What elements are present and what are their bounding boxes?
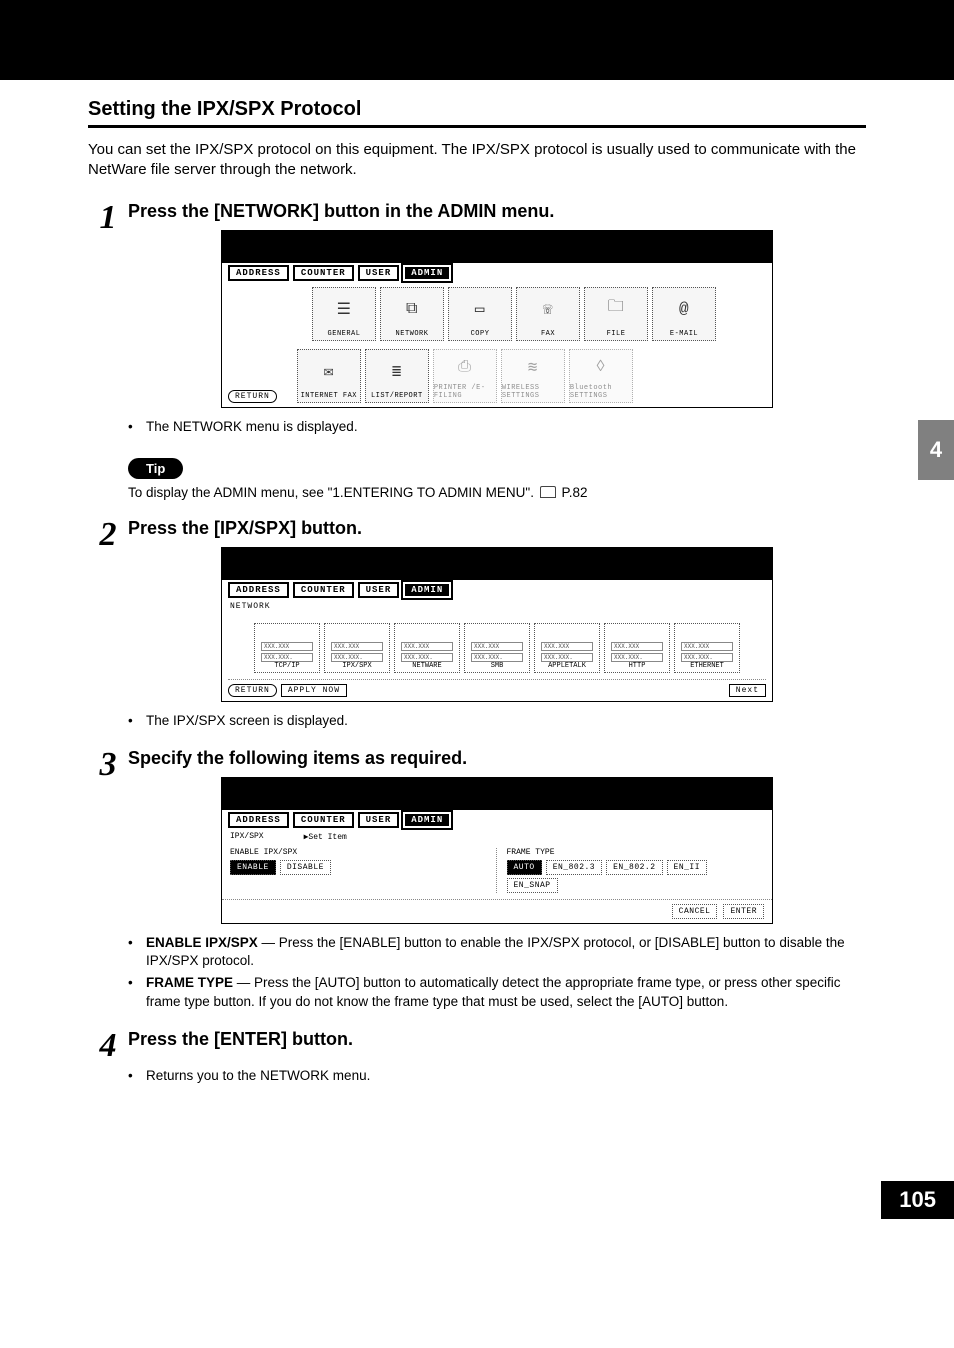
btn-general[interactable]: ☰GENERAL <box>312 287 376 341</box>
btn-appletalk[interactable]: XXX.XXXXXX.XXX.APPLETALK <box>534 623 600 673</box>
top-black-margin <box>0 0 954 80</box>
btn-return[interactable]: RETURN <box>228 390 277 403</box>
page-number: 105 <box>881 1181 954 1219</box>
btn-ipxspx[interactable]: XXX.XXXXXX.XXX.IPX/SPX <box>324 623 390 673</box>
step-number-2: 2 <box>88 518 128 552</box>
tab-address[interactable]: ADDRESS <box>228 582 289 598</box>
btn-netware[interactable]: XXX.XXXXXX.XXX.NETWARE <box>394 623 460 673</box>
btn-http[interactable]: XXX.XXXXXX.XXX.HTTP <box>604 623 670 673</box>
step-1-note: The NETWORK menu is displayed. <box>146 418 866 436</box>
tab-user[interactable]: USER <box>358 812 400 828</box>
btn-fax[interactable]: ☏FAX <box>516 287 580 341</box>
btn-bluetooth-settings[interactable]: ◊Bluetooth SETTINGS <box>569 349 633 403</box>
frame-type-label: FRAME TYPE <box>507 848 765 857</box>
tab-address[interactable]: ADDRESS <box>228 265 289 281</box>
heading-rule <box>88 125 866 128</box>
tab-user[interactable]: USER <box>358 265 400 281</box>
btn-enable[interactable]: ENABLE <box>230 860 276 875</box>
bullet-icon: • <box>128 974 146 1010</box>
step-2-note: The IPX/SPX screen is displayed. <box>146 712 866 730</box>
btn-frame-en8023[interactable]: EN_802.3 <box>546 860 602 875</box>
tab-counter[interactable]: COUNTER <box>293 582 354 598</box>
btn-ethernet[interactable]: XXX.XXXXXX.XXX.ETHERNET <box>674 623 740 673</box>
set-item-indicator: ▶Set Item <box>304 832 347 842</box>
btn-tcpip[interactable]: XXX.XXXXXX.XXX.TCP/IP <box>254 623 320 673</box>
screenshot-admin-menu: ADDRESS COUNTER USER ADMIN ☰GENERAL ⧉NET… <box>221 230 773 408</box>
enable-ipxspx-label: ENABLE IPX/SPX <box>230 848 488 857</box>
screenshot-ipxspx-settings: ADDRESS COUNTER USER ADMIN IPX/SPX ▶Set … <box>221 777 773 924</box>
section-heading: Setting the IPX/SPX Protocol <box>88 98 866 121</box>
bullet-icon: • <box>128 712 146 730</box>
btn-email[interactable]: @E-MAIL <box>652 287 716 341</box>
step-number-3: 3 <box>88 748 128 782</box>
bullet-icon: • <box>128 418 146 436</box>
tip-badge: Tip <box>128 458 183 479</box>
btn-frame-ensnap[interactable]: EN_SNAP <box>507 878 558 893</box>
breadcrumb-network: NETWORK <box>222 600 772 613</box>
step-number-4: 4 <box>88 1029 128 1063</box>
btn-apply-now[interactable]: APPLY NOW <box>281 684 347 697</box>
btn-file[interactable]: 🗀FILE <box>584 287 648 341</box>
btn-disable[interactable]: DISABLE <box>280 860 331 875</box>
screenshot-network-menu: ADDRESS COUNTER USER ADMIN NETWORK XXX.X… <box>221 547 773 702</box>
breadcrumb-ipxspx: IPX/SPX <box>230 832 264 842</box>
step-1-title: Press the [NETWORK] button in the ADMIN … <box>128 201 866 222</box>
step-3-title: Specify the following items as required. <box>128 748 866 769</box>
btn-internet-fax[interactable]: ✉INTERNET FAX <box>297 349 361 403</box>
btn-printer-efiling[interactable]: ⎙PRINTER /E-FILING <box>433 349 497 403</box>
btn-copy[interactable]: ▭COPY <box>448 287 512 341</box>
tab-counter[interactable]: COUNTER <box>293 265 354 281</box>
book-icon <box>540 486 556 498</box>
step-3-bullet-2: FRAME TYPE — Press the [AUTO] button to … <box>146 974 866 1010</box>
tab-address[interactable]: ADDRESS <box>228 812 289 828</box>
btn-smb[interactable]: XXX.XXXXXX.XXX.SMB <box>464 623 530 673</box>
tip-text: To display the ADMIN menu, see "1.ENTERI… <box>128 485 866 500</box>
step-2-title: Press the [IPX/SPX] button. <box>128 518 866 539</box>
btn-frame-en8022[interactable]: EN_802.2 <box>606 860 662 875</box>
tab-admin[interactable]: ADMIN <box>403 812 451 828</box>
btn-network[interactable]: ⧉NETWORK <box>380 287 444 341</box>
tab-user[interactable]: USER <box>358 582 400 598</box>
bullet-icon: • <box>128 1067 146 1085</box>
tab-counter[interactable]: COUNTER <box>293 812 354 828</box>
step-3-bullet-1: ENABLE IPX/SPX — Press the [ENABLE] butt… <box>146 934 866 970</box>
tab-admin[interactable]: ADMIN <box>403 582 451 598</box>
step-number-1: 1 <box>88 201 128 235</box>
intro-paragraph: You can set the IPX/SPX protocol on this… <box>88 140 866 181</box>
bullet-icon: • <box>128 934 146 970</box>
chapter-tab: 4 <box>918 420 954 480</box>
btn-cancel[interactable]: CANCEL <box>672 904 718 919</box>
btn-return[interactable]: RETURN <box>228 684 277 697</box>
btn-frame-auto[interactable]: AUTO <box>507 860 542 875</box>
btn-enter[interactable]: ENTER <box>723 904 764 919</box>
step-4-title: Press the [ENTER] button. <box>128 1029 866 1050</box>
btn-wireless-settings[interactable]: ≋WIRELESS SETTINGS <box>501 349 565 403</box>
btn-next[interactable]: Next <box>729 684 766 697</box>
tab-admin[interactable]: ADMIN <box>403 265 451 281</box>
btn-list-report[interactable]: ≣LIST/REPORT <box>365 349 429 403</box>
btn-frame-enii[interactable]: EN_II <box>667 860 708 875</box>
step-4-note: Returns you to the NETWORK menu. <box>146 1067 866 1085</box>
